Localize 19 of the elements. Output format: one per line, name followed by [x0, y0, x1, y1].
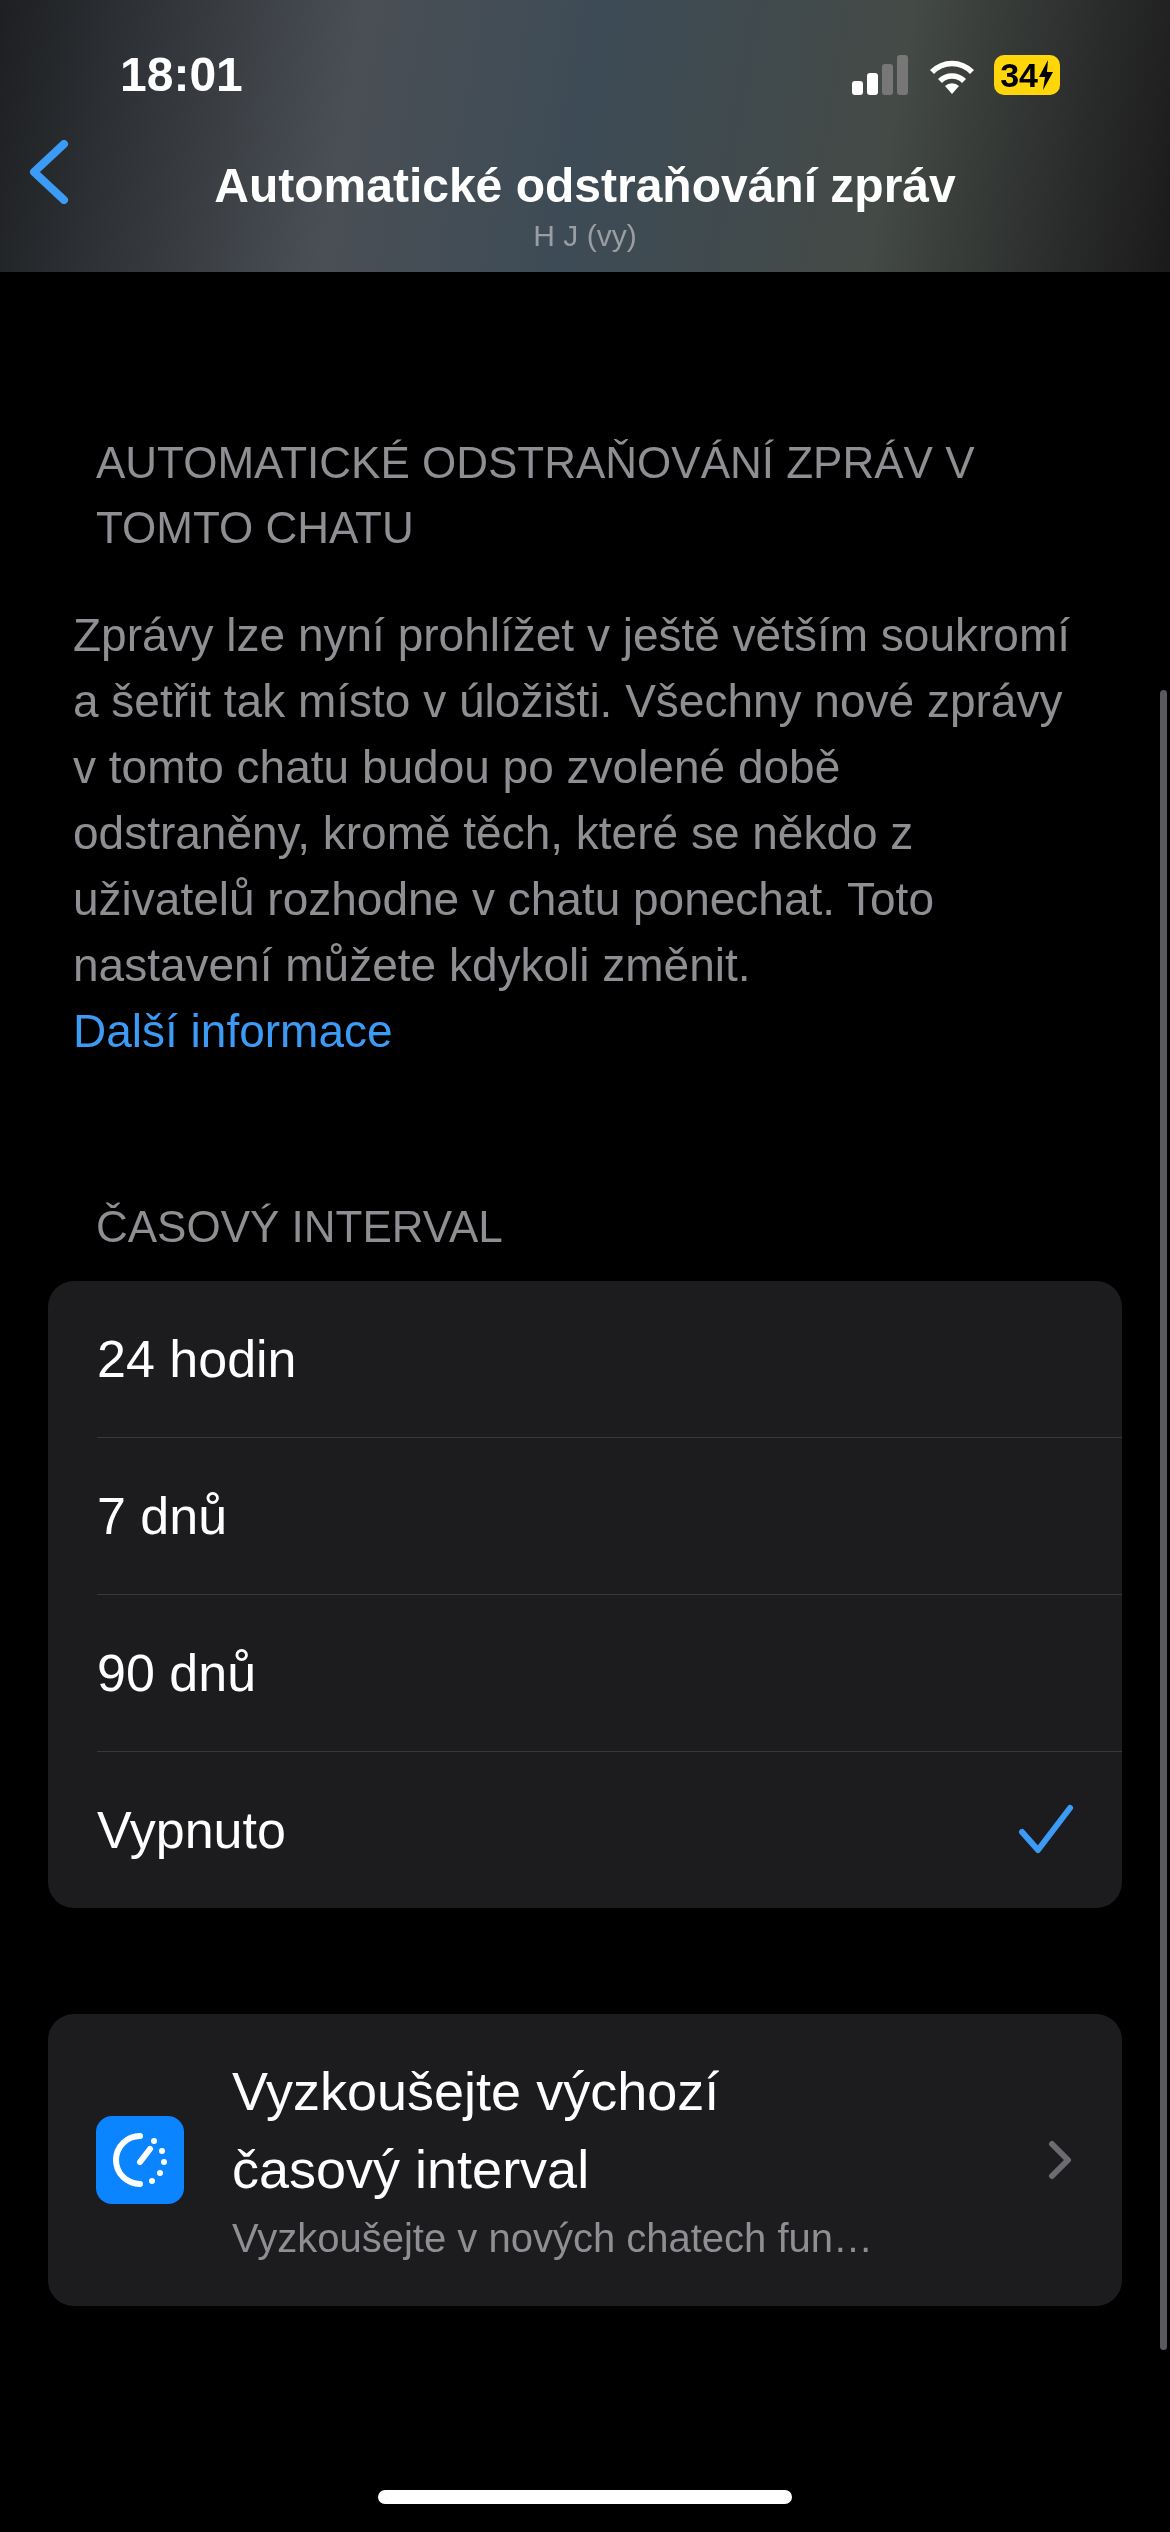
interval-option[interactable]: 24 hodin	[48, 1281, 1122, 1437]
interval-option[interactable]: 90 dnů	[48, 1595, 1122, 1751]
description-text: Zprávy lze nyní prohlížet v ještě větším soukromí a šetřit tak místo v úložišti. Všechny nové zprávy v tomto chatu budou po zvolené době odstraněny, kromě těch, které se někdo z uživatelů rozhodne v chatu ponechat. Toto nastavení můžete kdykoli změnit. Další informace	[72, 608, 1072, 1059]
interval-option[interactable]: Vypnuto	[48, 1752, 1122, 1908]
cellular-signal-icon	[852, 55, 911, 95]
promo-title: Vyzkoušejte výchozí časový interval	[232, 2060, 721, 2201]
charging-bolt-icon	[1038, 60, 1054, 90]
interval-option[interactable]: 7 dnů	[48, 1438, 1122, 1594]
status-time: 18:01	[120, 47, 243, 103]
screen-title: Automatické odstraňování zpráv	[214, 159, 956, 212]
section-header: ČASOVÝ INTERVAL	[95, 1201, 504, 1253]
battery-percentage: 34	[1000, 55, 1038, 95]
promo-card[interactable]: Vyzkoušejte výchozí časový interval Vyzkoušejte v nových chatech fun…	[48, 2014, 1122, 2306]
section-header: AUTOMATICKÉ ODSTRAŇOVÁNÍ ZPRÁV V TOMTO CHATU	[95, 437, 976, 554]
screen-subtitle: H J (vy)	[533, 218, 637, 252]
promo-subtitle: Vyzkoušejte v nových chatech fun…	[232, 2215, 875, 2262]
timer-icon	[96, 2116, 184, 2204]
chevron-right-icon	[1048, 2140, 1072, 2180]
learn-more-link[interactable]: Další informace	[73, 1005, 393, 1057]
